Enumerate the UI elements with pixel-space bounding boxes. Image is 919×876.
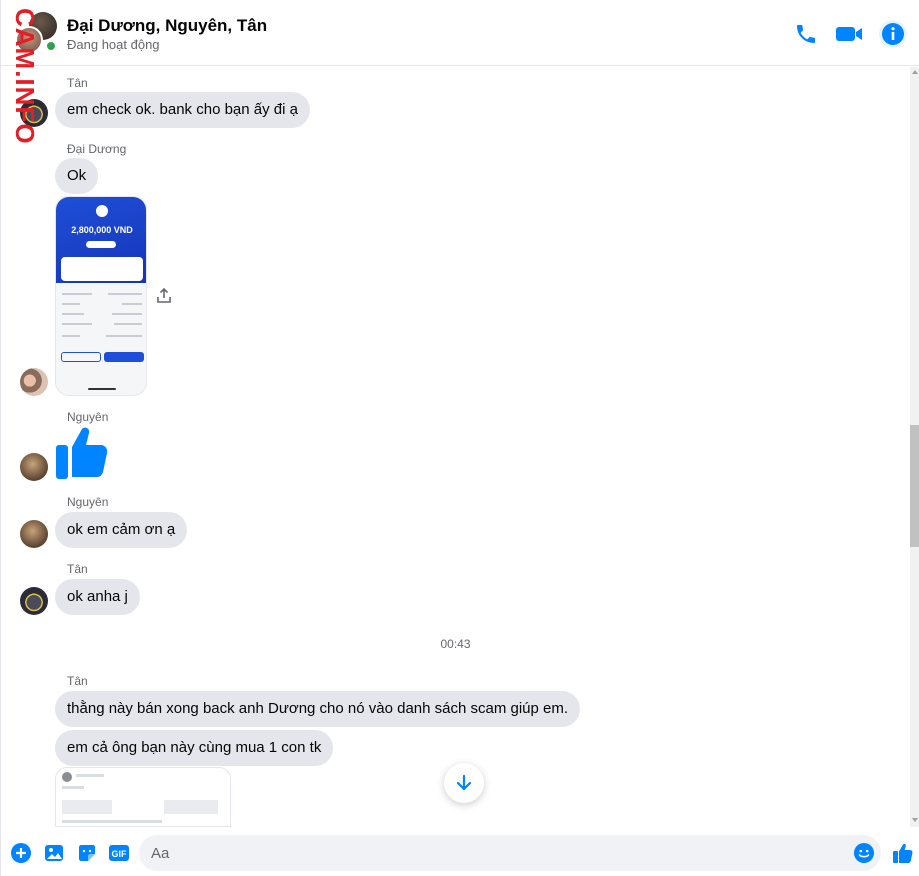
- phone-icon: [797, 25, 815, 43]
- sender-name: Tân: [67, 674, 88, 688]
- message-bubble[interactable]: ok anha j: [55, 579, 140, 615]
- emoji-icon: [854, 843, 874, 863]
- voice-call-button[interactable]: [791, 19, 821, 49]
- avatar: [20, 453, 48, 481]
- conversation-info-button[interactable]: [878, 19, 908, 49]
- scrollbar-thumb[interactable]: [910, 425, 919, 547]
- arrow-down-icon: [456, 774, 472, 791]
- message-bubble[interactable]: Ok: [55, 158, 99, 194]
- gif-button[interactable]: GIF: [107, 841, 131, 865]
- send-like-button[interactable]: [891, 841, 915, 865]
- attach-image-button[interactable]: [42, 841, 66, 865]
- scroll-to-bottom-button[interactable]: [444, 763, 484, 803]
- sender-name: Nguyên: [67, 410, 109, 424]
- sender-name: Tân: [67, 562, 88, 576]
- share-button[interactable]: [155, 287, 173, 305]
- message-input-box[interactable]: [139, 835, 881, 871]
- avatar: [20, 520, 48, 548]
- share-icon: [157, 287, 171, 303]
- more-actions-button[interactable]: [9, 841, 33, 865]
- attachment-amount: 2,800,000 VND: [71, 225, 133, 235]
- video-call-button[interactable]: [835, 19, 865, 49]
- online-indicator: [45, 40, 57, 52]
- like-sticker[interactable]: [55, 425, 111, 481]
- sender-name: Tân: [67, 76, 88, 90]
- sender-name: Đại Dương: [67, 142, 127, 156]
- emoji-button[interactable]: [853, 842, 875, 864]
- message-bubble[interactable]: thằng này bán xong back anh Dương cho nó…: [55, 691, 581, 727]
- conversation-title[interactable]: Đại Dương, Nguyên, Tân: [67, 16, 267, 36]
- like-icon: [56, 427, 108, 479]
- check-icon: [96, 205, 108, 217]
- avatar: [20, 587, 48, 615]
- message-bubble[interactable]: em cả ông bạn này cùng mua 1 con tk: [55, 730, 334, 766]
- video-icon: [836, 27, 862, 41]
- active-status: Đang hoạt động: [67, 37, 160, 52]
- message-thread[interactable]: Tân em check ok. bank cho bạn ấy đi ạ Đạ…: [1, 67, 910, 827]
- sticker-button[interactable]: [75, 841, 99, 865]
- timestamp: 00:43: [440, 637, 471, 651]
- chat-header: CAM.INFO Đại Dương, Nguyên, Tân Đang hoạ…: [1, 0, 919, 145]
- scroll-down-arrow[interactable]: [912, 818, 918, 822]
- messenger-chat-window: CAM.INFO Đại Dương, Nguyên, Tân Đang hoạ…: [0, 0, 919, 876]
- scroll-up-arrow[interactable]: [912, 70, 918, 74]
- image-icon: [45, 845, 63, 861]
- message-bubble[interactable]: ok em cảm ơn ạ: [55, 512, 188, 548]
- image-attachment[interactable]: 2,800,000 VND: [55, 196, 147, 396]
- info-icon: [879, 20, 907, 48]
- message-composer: GIF: [1, 828, 919, 876]
- image-attachment[interactable]: [55, 767, 231, 827]
- like-icon: [893, 843, 913, 863]
- sender-name: Nguyên: [67, 495, 109, 509]
- avatar: [20, 368, 48, 396]
- message-bubble[interactable]: em check ok. bank cho bạn ấy đi ạ: [55, 92, 310, 128]
- plus-icon: [11, 843, 31, 863]
- sticker-icon: [79, 845, 95, 861]
- message-input[interactable]: [151, 835, 841, 871]
- gif-icon: GIF: [109, 845, 129, 861]
- svg-text:GIF: GIF: [112, 849, 128, 859]
- watermark: CAM.INFO: [10, 8, 40, 145]
